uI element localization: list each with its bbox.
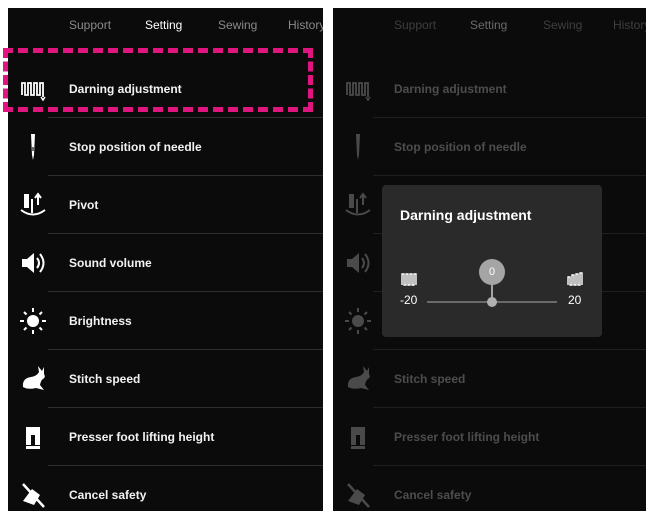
tab-setting[interactable]: Setting bbox=[145, 18, 182, 32]
setting-label: Sound volume bbox=[69, 256, 152, 270]
dialog-title: Darning adjustment bbox=[400, 207, 532, 223]
tab-sewing[interactable]: Sewing bbox=[218, 18, 257, 32]
setting-sound-volume[interactable]: Sound volume bbox=[8, 234, 323, 292]
darning-narrow-icon bbox=[400, 271, 418, 287]
tab-sewing[interactable]: Sewing bbox=[543, 18, 582, 32]
rabbit-icon bbox=[343, 365, 373, 393]
tab-history[interactable]: History bbox=[288, 18, 323, 32]
pivot-icon bbox=[18, 191, 48, 219]
speaker-icon bbox=[18, 249, 48, 277]
tab-bar: Support Setting Sewing History bbox=[8, 8, 323, 48]
tab-support[interactable]: Support bbox=[394, 18, 436, 32]
setting-stop-position-needle[interactable]: Stop position of needle bbox=[8, 118, 323, 176]
pivot-icon bbox=[343, 191, 373, 219]
rabbit-icon bbox=[18, 365, 48, 393]
settings-screen-right: Support Setting Sewing History Darning a… bbox=[333, 8, 646, 511]
setting-label: Stop position of needle bbox=[69, 140, 202, 154]
presser-foot-icon bbox=[343, 423, 373, 451]
speaker-icon bbox=[343, 249, 373, 277]
needle-icon bbox=[18, 133, 48, 161]
setting-darning-adjustment[interactable]: Darning adjustment bbox=[333, 60, 646, 118]
setting-pivot[interactable]: Pivot bbox=[8, 176, 323, 234]
slider-value-bubble: 0 bbox=[479, 259, 505, 285]
highlight-box bbox=[3, 48, 313, 112]
tab-support[interactable]: Support bbox=[69, 18, 111, 32]
tab-history[interactable]: History bbox=[613, 18, 646, 32]
slider-max-label: 20 bbox=[568, 293, 582, 307]
setting-label: Presser foot lifting height bbox=[394, 430, 540, 444]
darning-wide-icon bbox=[566, 271, 584, 287]
setting-label: Cancel safety bbox=[69, 488, 147, 502]
darning-slider[interactable]: 0 bbox=[427, 259, 557, 307]
setting-stitch-speed[interactable]: Stitch speed bbox=[333, 350, 646, 408]
setting-label: Presser foot lifting height bbox=[69, 430, 215, 444]
setting-label: Pivot bbox=[69, 198, 99, 212]
tab-setting[interactable]: Setting bbox=[470, 18, 507, 32]
setting-cancel-safety[interactable]: Cancel safety bbox=[8, 466, 323, 511]
darning-icon bbox=[343, 75, 373, 103]
slider-thumb[interactable] bbox=[487, 297, 497, 307]
sun-icon bbox=[343, 307, 373, 335]
setting-cancel-safety[interactable]: Cancel safety bbox=[333, 466, 646, 511]
needle-icon bbox=[343, 133, 373, 161]
sun-icon bbox=[18, 307, 48, 335]
presser-foot-icon bbox=[18, 423, 48, 451]
setting-stop-position-needle[interactable]: Stop position of needle bbox=[333, 118, 646, 176]
setting-brightness[interactable]: Brightness bbox=[8, 292, 323, 350]
slider-min-label: -20 bbox=[400, 293, 418, 307]
cancel-safety-icon bbox=[343, 481, 373, 509]
setting-stitch-speed[interactable]: Stitch speed bbox=[8, 350, 323, 408]
setting-label: Stitch speed bbox=[69, 372, 141, 386]
setting-label: Stitch speed bbox=[394, 372, 466, 386]
setting-presser-foot-height[interactable]: Presser foot lifting height bbox=[8, 408, 323, 466]
cancel-safety-icon bbox=[18, 481, 48, 509]
darning-adjustment-dialog: Darning adjustment -20 20 0 bbox=[382, 185, 602, 337]
setting-presser-foot-height[interactable]: Presser foot lifting height bbox=[333, 408, 646, 466]
setting-label: Stop position of needle bbox=[394, 140, 527, 154]
setting-label: Darning adjustment bbox=[394, 82, 507, 96]
setting-label: Brightness bbox=[69, 314, 132, 328]
tab-bar: Support Setting Sewing History bbox=[333, 8, 646, 48]
setting-label: Cancel safety bbox=[394, 488, 472, 502]
